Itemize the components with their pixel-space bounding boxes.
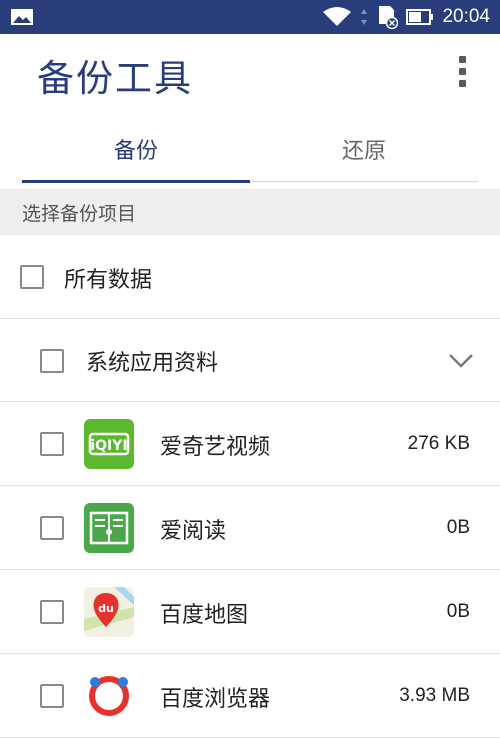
app-name: 百度浏览器: [160, 687, 271, 712]
tab-backup[interactable]: 备份: [22, 116, 250, 182]
more-vert-icon[interactable]: [454, 56, 470, 92]
all-data-checkbox[interactable]: [20, 265, 44, 289]
svg-text:iQIYI: iQIYI: [90, 438, 127, 454]
battery-icon: [406, 9, 434, 25]
chevron-down-icon[interactable]: [448, 353, 474, 369]
tab-indicator: [22, 180, 250, 183]
tab-bar: 备份 还原: [22, 116, 478, 183]
section-label: 选择备份项目: [22, 202, 137, 225]
app-row[interactable]: iQIYI 爱奇艺视频 276 KB: [0, 402, 500, 486]
gallery-icon: [11, 9, 33, 25]
app-name: 爱奇艺视频: [160, 435, 271, 460]
sd-card-icon: [379, 6, 399, 29]
all-data-row[interactable]: 所有数据: [0, 235, 500, 319]
iqiyi-icon: iQIYI: [84, 419, 134, 469]
app-checkbox[interactable]: [40, 432, 64, 456]
baidu-map-icon: du: [84, 587, 134, 637]
signal-arrows-icon: [361, 9, 368, 25]
app-size: 3.93 MB: [399, 685, 470, 706]
app-row[interactable]: du 百度地图 0B: [0, 570, 500, 654]
app-checkbox[interactable]: [40, 684, 64, 708]
tab-restore[interactable]: 还原: [250, 116, 478, 182]
app-size: 0B: [446, 601, 470, 622]
system-group-checkbox[interactable]: [40, 349, 64, 373]
app-name: 百度地图: [160, 603, 249, 628]
app-row[interactable]: 爱阅读 0B: [0, 486, 500, 570]
system-group-row[interactable]: 系统应用资料: [0, 319, 500, 402]
all-data-label: 所有数据: [64, 268, 153, 293]
app-header: 备份工具: [0, 34, 500, 116]
section-header: 选择备份项目: [0, 189, 500, 235]
ireader-icon: [84, 503, 134, 553]
app-row[interactable]: 百度浏览器 3.93 MB: [0, 654, 500, 738]
app-checkbox[interactable]: [40, 516, 64, 540]
system-group-label: 系统应用资料: [86, 351, 219, 376]
app-size: 0B: [446, 517, 470, 538]
app-name: 爱阅读: [160, 519, 227, 544]
app-checkbox[interactable]: [40, 600, 64, 624]
page-title: 备份工具: [37, 57, 193, 100]
baidu-browser-icon: [84, 671, 134, 721]
wifi-icon: [323, 7, 352, 26]
svg-text:du: du: [98, 602, 114, 615]
app-size: 276 KB: [407, 433, 470, 454]
status-bar: 20:04: [0, 0, 500, 34]
status-time: 20:04: [442, 6, 490, 27]
